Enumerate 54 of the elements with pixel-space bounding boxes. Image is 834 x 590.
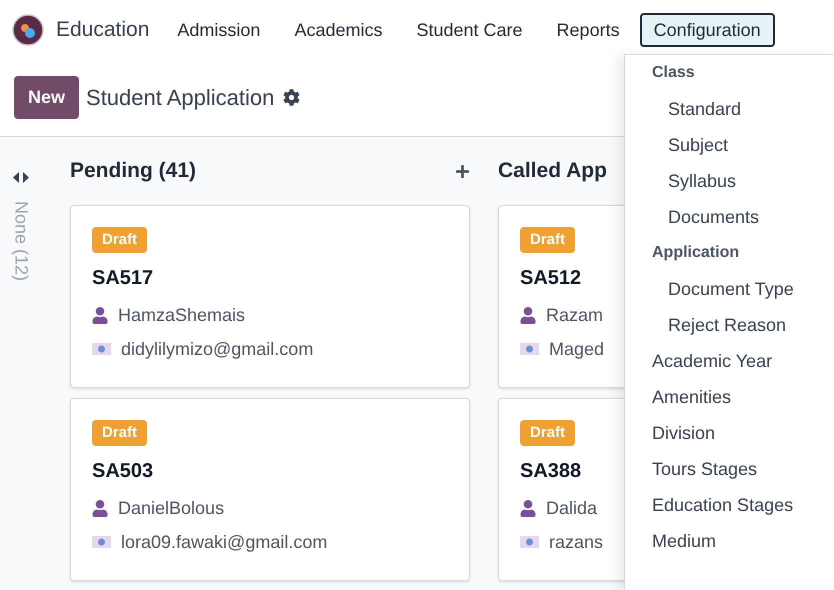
person-icon [520, 306, 536, 324]
page-title: Student Application [86, 84, 274, 112]
menu-item[interactable]: Standard [625, 96, 758, 122]
application-card[interactable]: Draft SA503 DanielBolous lora09.fawaki@gmail.com [70, 398, 470, 581]
menu-item[interactable]: Documents [625, 204, 776, 230]
person-icon [92, 500, 108, 516]
column-title: Pending (41) [70, 158, 196, 184]
student-name: DanielBolous [118, 497, 224, 520]
status-badge: Draft [92, 420, 148, 446]
person-icon [520, 500, 536, 516]
student-name: Razam [546, 304, 604, 327]
menu-item[interactable]: Amenities [625, 384, 748, 410]
student-name: Dalida [546, 497, 598, 520]
menu-item[interactable]: Academic Year [625, 348, 788, 374]
student-email: didylilymizo@gmail.com [121, 338, 314, 361]
nav-menu-item[interactable]: Admission [163, 13, 274, 47]
app-logo-icon[interactable] [12, 14, 44, 46]
student-email: Maged [549, 338, 604, 361]
nav-menu-item[interactable]: Academics [280, 13, 396, 47]
student-name: HamzaShemais [118, 304, 246, 327]
application-reference: SA388 [520, 459, 582, 484]
email-icon [92, 536, 111, 548]
nav-menu-item[interactable]: Student Care [402, 13, 537, 47]
nav-menu-item[interactable]: Configuration [640, 13, 775, 47]
email-icon [520, 536, 539, 548]
student-email: razans [549, 531, 604, 554]
menu-item[interactable]: Syllabus [625, 168, 752, 194]
menu-item[interactable]: Subject [625, 132, 744, 158]
menu-item[interactable]: Document Type [625, 276, 810, 302]
menu-item[interactable]: Education Stages [625, 492, 810, 518]
settings-icon[interactable] [283, 88, 300, 106]
email-icon [520, 343, 539, 355]
nav-menu-item[interactable]: Reports [542, 13, 634, 47]
column-title: Called App [498, 158, 607, 184]
menu-item[interactable]: Medium [625, 528, 732, 554]
email-icon [92, 343, 111, 355]
status-badge: Draft [92, 227, 148, 253]
menu-section-header: Application [652, 243, 740, 263]
application-reference: SA517 [92, 266, 154, 291]
menu-item[interactable]: Tours Stages [625, 456, 774, 482]
app-name[interactable]: Education [56, 14, 150, 46]
add-icon[interactable] [455, 164, 470, 178]
menu-section-header: Class [652, 63, 695, 83]
expand-arrows-icon[interactable] [12, 172, 30, 183]
status-badge: Draft [520, 420, 576, 446]
menu-item[interactable]: Division [625, 420, 732, 446]
new-button[interactable]: New [14, 76, 80, 118]
status-badge: Draft [520, 227, 576, 253]
person-icon [92, 306, 108, 324]
application-reference: SA503 [92, 459, 154, 484]
application-card[interactable]: Draft SA517 HamzaShemais didylilymizo@gmail.com [70, 205, 470, 388]
menu-item[interactable]: Reject Reason [625, 312, 802, 338]
application-reference: SA512 [520, 266, 582, 291]
student-email: lora09.fawaki@gmail.com [121, 531, 328, 554]
